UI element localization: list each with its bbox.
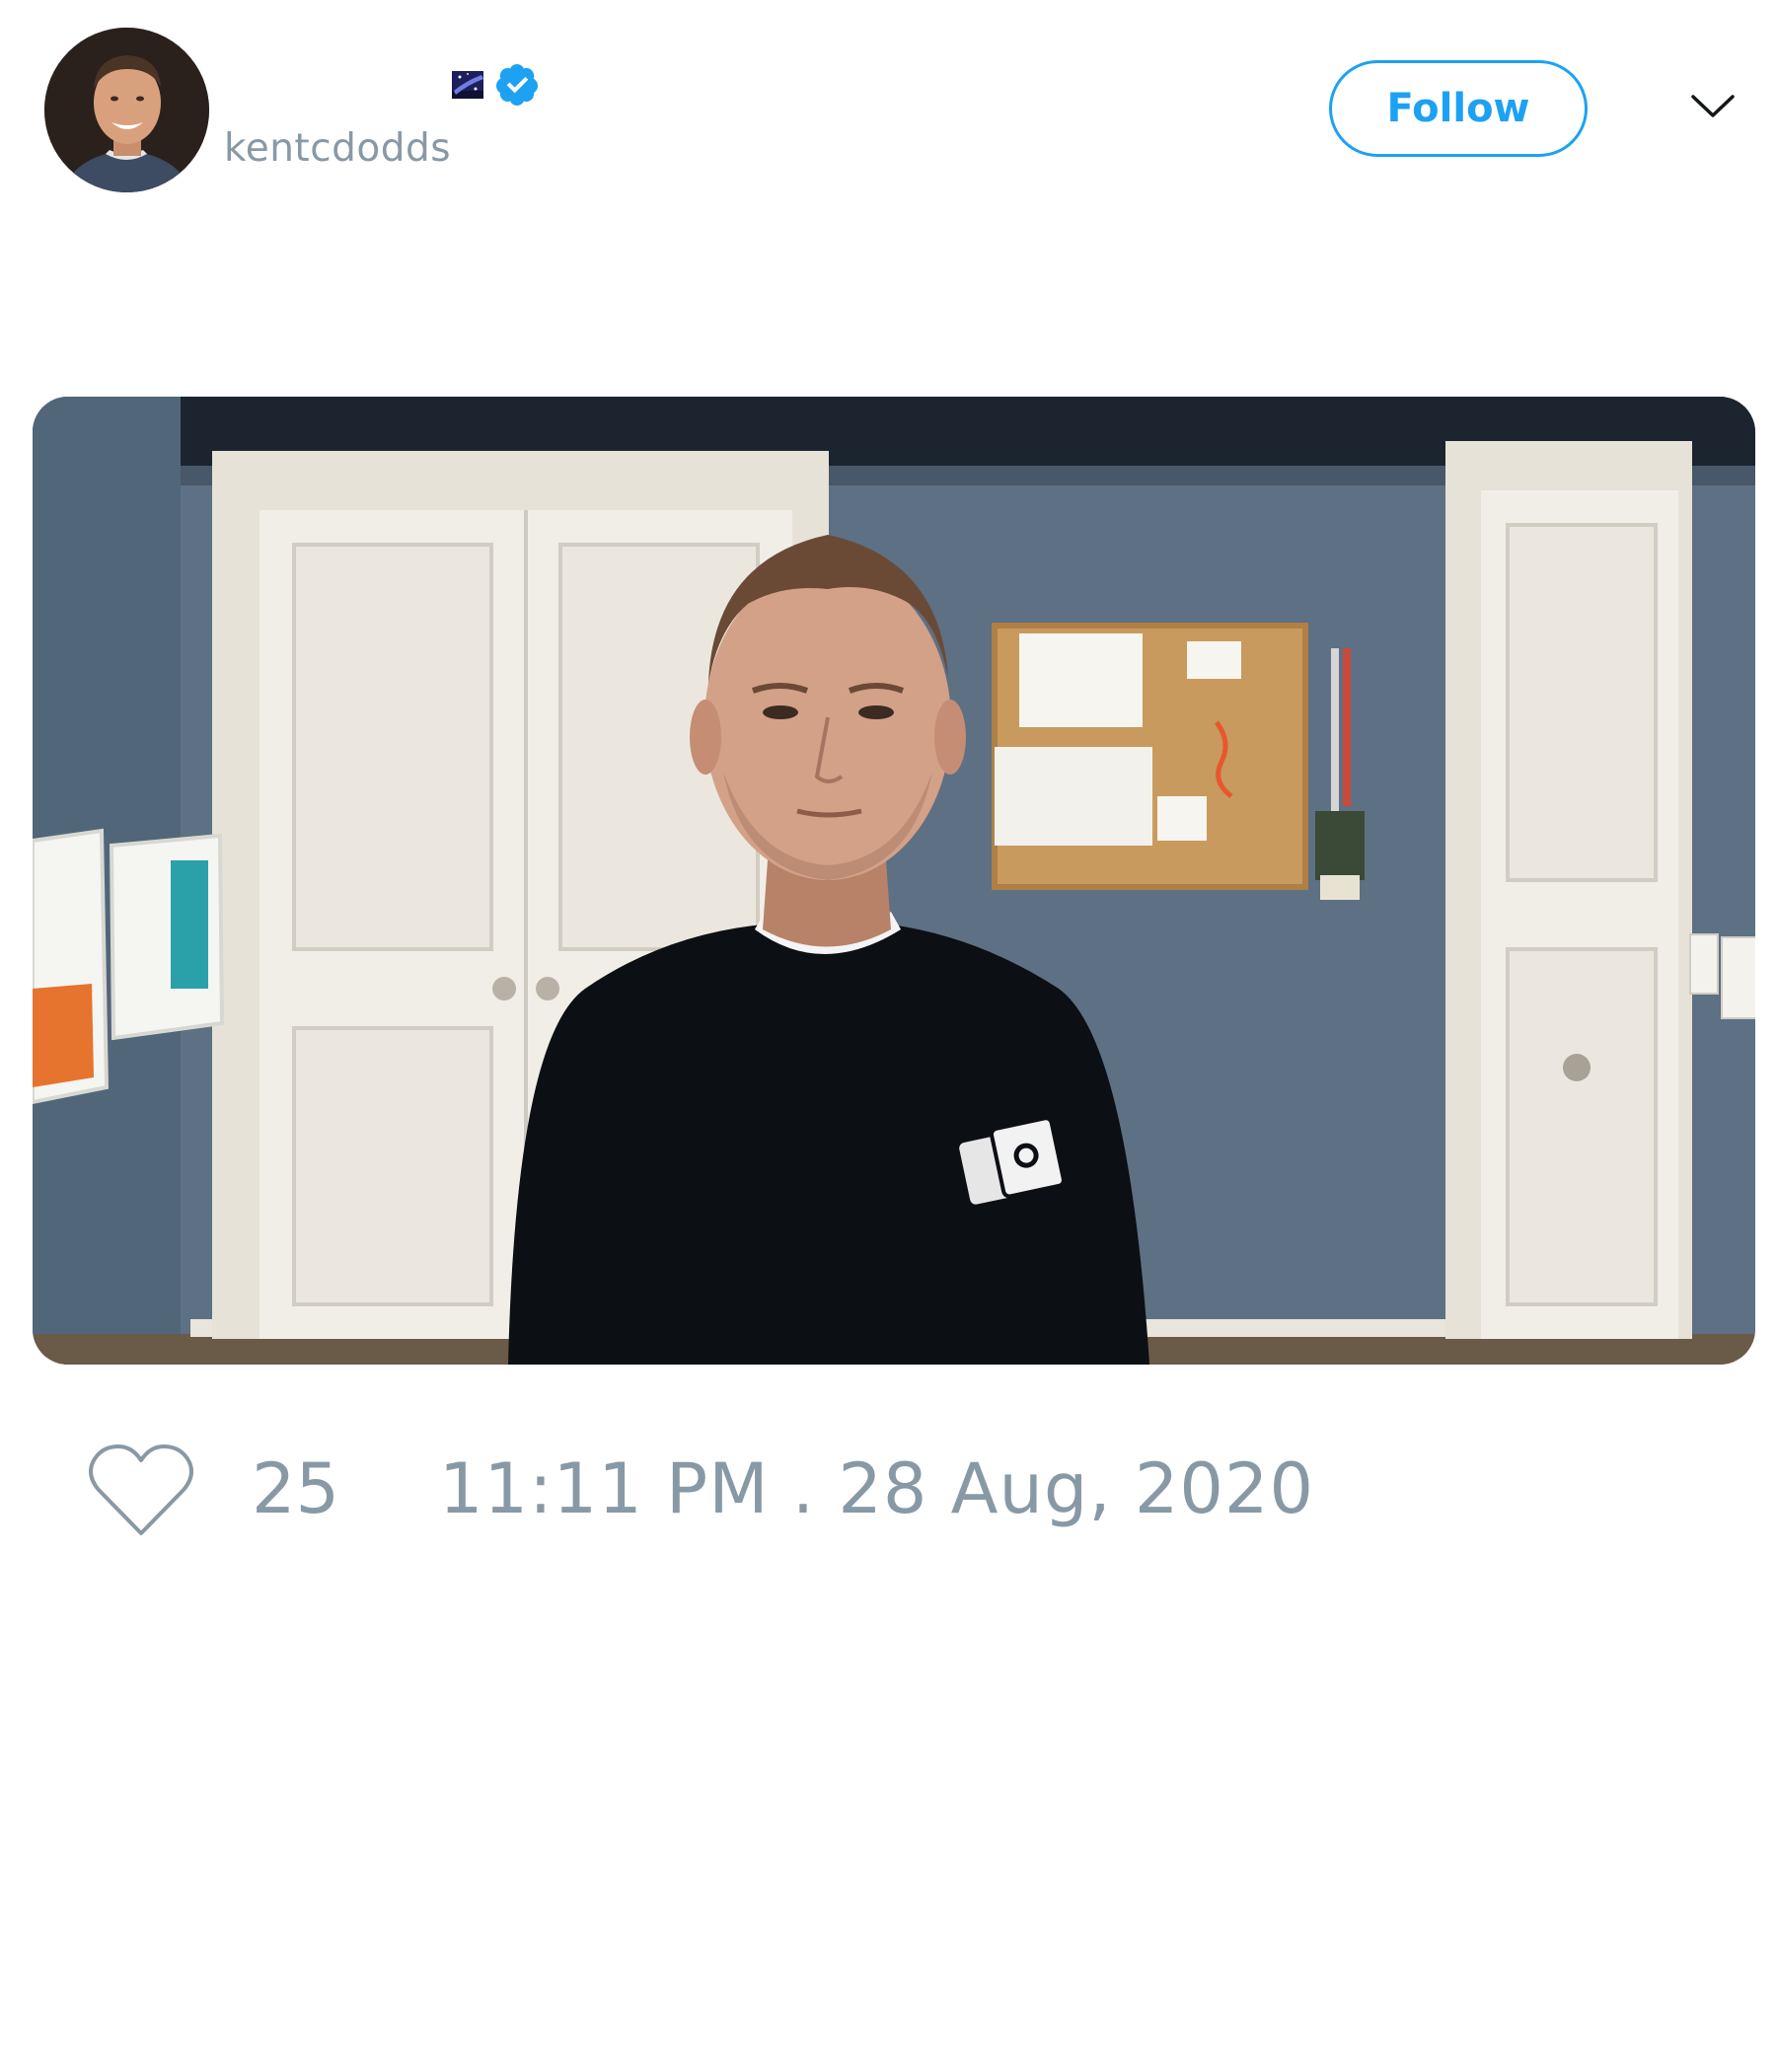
galaxy-emoji-icon <box>452 71 483 99</box>
like-count: 25 <box>252 1448 340 1529</box>
verified-badge-icon <box>495 64 538 106</box>
author-name-row <box>450 61 541 109</box>
author-handle[interactable]: kentcdodds <box>224 126 451 171</box>
heart-outline-icon[interactable] <box>87 1443 195 1541</box>
tweet-timestamp[interactable]: 11:11 PM . 28 Aug, 2020 <box>439 1448 1314 1529</box>
author-avatar[interactable] <box>44 28 209 192</box>
follow-button[interactable]: Follow <box>1329 60 1588 157</box>
media-gif-image <box>33 397 1755 1365</box>
tweet-media[interactable] <box>33 397 1755 1365</box>
chevron-down-icon[interactable] <box>1689 91 1737 120</box>
avatar-photo <box>44 28 209 192</box>
